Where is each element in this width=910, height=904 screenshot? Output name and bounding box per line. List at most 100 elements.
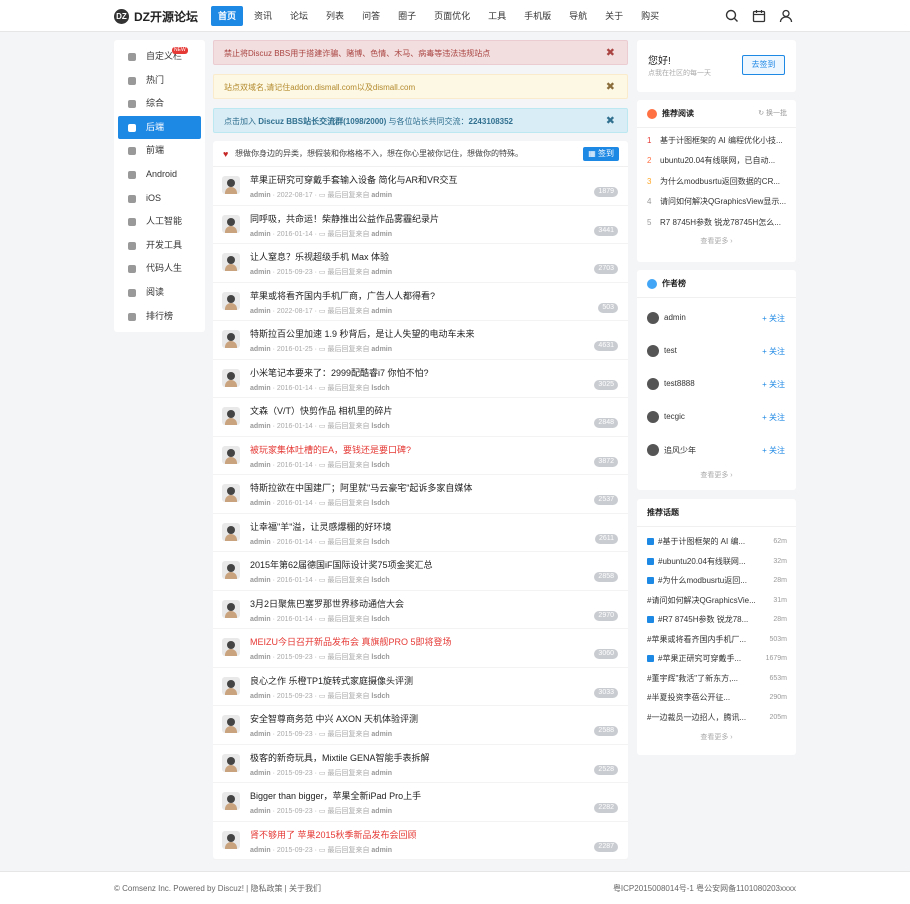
thread-title[interactable]: 苹果或将看齐国内手机厂商，广告人人都得看? xyxy=(250,289,435,302)
sidebar-item[interactable]: 阅读 xyxy=(114,281,205,305)
avatar[interactable] xyxy=(222,561,240,579)
author-name[interactable]: admin xyxy=(250,346,271,353)
nav-item[interactable]: 关于 xyxy=(598,6,630,26)
last-reply-user[interactable]: lsdch xyxy=(371,654,389,661)
recommend-item[interactable]: 4 请问如何解决QGraphicsView显示... xyxy=(637,192,787,212)
avatar[interactable] xyxy=(647,345,659,357)
follow-button[interactable]: + 关注 xyxy=(762,445,785,456)
topic-item[interactable]: #ubuntu20.04有线联网... 32m xyxy=(637,552,796,572)
recommend-more-link[interactable]: 查看更多 › xyxy=(637,233,796,251)
site-logo[interactable]: DZ DZ开源论坛 xyxy=(114,8,198,25)
last-reply-user[interactable]: lsdch xyxy=(371,500,389,507)
author-name[interactable]: admin xyxy=(250,539,271,546)
author-name[interactable]: admin xyxy=(250,654,271,661)
avatar[interactable] xyxy=(647,411,659,423)
last-reply-user[interactable]: lsdch xyxy=(371,385,389,392)
author-name[interactable]: admin xyxy=(250,308,271,315)
thread-row[interactable]: 极客的新奇玩具，Mixtile GENA智能手表拆解 admin · 2015-0… xyxy=(213,745,628,783)
recommend-item[interactable]: 2 ubuntu20.04有线联网，已自动... xyxy=(637,151,787,171)
author-name[interactable]: admin xyxy=(250,731,271,738)
author-name[interactable]: admin xyxy=(250,847,271,854)
last-reply-user[interactable]: admin xyxy=(371,192,392,199)
nav-item[interactable]: 页面优化 xyxy=(427,6,477,26)
group-name[interactable]: Discuz BBS站长交流群(1098/2000) xyxy=(258,117,386,126)
thread-title[interactable]: 特斯拉欲在中国建厂；阿里就"马云豪宅"起诉多家自媒体 xyxy=(250,481,472,494)
last-reply-user[interactable]: admin xyxy=(371,308,392,315)
avatar[interactable] xyxy=(222,330,240,348)
thread-row[interactable]: 安全智尊商务范 中兴 AXON 天机体验评测 admin · 2015-09-23… xyxy=(213,706,628,745)
thread-row[interactable]: Bigger than bigger，苹果全新iPad Pro上手 admin ·… xyxy=(213,783,628,822)
nav-item[interactable]: 圈子 xyxy=(391,6,423,26)
topic-item[interactable]: #苹果或将看齐国内手机厂... 503m xyxy=(637,630,796,650)
sidebar-item[interactable]: 综合 xyxy=(114,92,205,116)
last-reply-user[interactable]: lsdch xyxy=(371,539,389,546)
avatar[interactable] xyxy=(222,638,240,656)
close-icon[interactable]: ✖ xyxy=(606,75,615,100)
avatar[interactable] xyxy=(647,378,659,390)
thread-row[interactable]: 特斯拉百公里加速 1.9 秒背后，是让人失望的电动车未来 admin · 2016… xyxy=(213,321,628,360)
thread-title[interactable]: 被玩家集体吐槽的EA，要钱还是要口碑? xyxy=(250,443,411,456)
last-reply-user[interactable]: admin xyxy=(371,346,392,353)
nav-item[interactable]: 论坛 xyxy=(283,6,315,26)
author-name[interactable]: admin xyxy=(250,385,271,392)
avatar[interactable] xyxy=(222,484,240,502)
sidebar-item[interactable]: 后端 xyxy=(118,115,201,140)
sidebar-item[interactable]: 代码人生 xyxy=(114,257,205,281)
thread-row[interactable]: 苹果正研究可穿戴手套输入设备 简化与AR和VR交互 admin · 2022-08… xyxy=(213,167,628,206)
thread-title[interactable]: 小米笔记本要来了：2999配酷睿i7 你怕不怕? xyxy=(250,366,429,379)
topic-item[interactable]: #请问如何解决QGraphicsVie... 31m xyxy=(637,591,796,611)
author-name[interactable]: tecgic xyxy=(664,412,685,421)
last-reply-user[interactable]: admin xyxy=(371,269,392,276)
nav-item[interactable]: 工具 xyxy=(481,6,513,26)
avatar[interactable] xyxy=(222,445,240,464)
last-reply-user[interactable]: admin xyxy=(371,808,392,815)
nav-item[interactable]: 购买 xyxy=(634,6,666,26)
nav-item[interactable]: 列表 xyxy=(319,6,351,26)
author-name[interactable]: admin xyxy=(250,577,271,584)
thread-title[interactable]: 3月2日聚焦巴塞罗那世界移动通信大会 xyxy=(250,597,404,610)
thread-row[interactable]: 被玩家集体吐槽的EA，要钱还是要口碑? admin · 2016-01-14 · … xyxy=(213,437,628,475)
author-name[interactable]: admin xyxy=(250,192,271,199)
recommend-item[interactable]: 1 基于计图框架的 AI 编程优化小技... xyxy=(637,131,787,151)
author-name[interactable]: test xyxy=(664,346,677,355)
avatar[interactable] xyxy=(222,792,240,810)
topic-item[interactable]: #R7 8745H参数 锐龙78... 28m xyxy=(637,610,796,630)
avatar[interactable] xyxy=(222,368,240,387)
thread-row[interactable]: 2015年第62届德国iF国际设计奖75项金奖汇总 admin · 2016-01… xyxy=(213,552,628,591)
close-icon[interactable]: ✖ xyxy=(606,109,615,134)
last-reply-user[interactable]: lsdch xyxy=(371,423,389,430)
avatar[interactable] xyxy=(647,312,659,324)
avatar[interactable] xyxy=(222,176,240,194)
thread-row[interactable]: 特斯拉欲在中国建厂；阿里就"马云豪宅"起诉多家自媒体 admin · 2016-0… xyxy=(213,475,628,514)
avatar[interactable] xyxy=(222,830,240,849)
thread-title[interactable]: 苹果正研究可穿戴手套输入设备 简化与AR和VR交互 xyxy=(250,173,458,186)
close-icon[interactable]: ✖ xyxy=(606,41,615,66)
topic-item[interactable]: #苹果正研究可穿戴手... 1679m xyxy=(637,649,796,669)
thread-row[interactable]: 让人窒息？乐视超级手机 Max 体验 admin · 2015-09-23 · ▭… xyxy=(213,244,628,283)
topic-more-link[interactable]: 查看更多 › xyxy=(637,729,796,747)
avatar[interactable] xyxy=(647,444,659,456)
thread-title[interactable]: MEIZU今日召开新品发布会 真旗舰PRO 5即将登场 xyxy=(250,635,452,648)
avatar[interactable] xyxy=(222,407,240,425)
sidebar-item[interactable]: Android xyxy=(114,163,205,187)
author-more-link[interactable]: 查看更多 › xyxy=(637,467,796,485)
follow-button[interactable]: + 关注 xyxy=(762,346,785,357)
avatar[interactable] xyxy=(222,676,240,695)
author-name[interactable]: admin xyxy=(250,693,271,700)
author-name[interactable]: admin xyxy=(250,462,271,469)
thread-row[interactable]: 小米笔记本要来了：2999配酷睿i7 你怕不怕? admin · 2016-01-… xyxy=(213,360,628,398)
topic-item[interactable]: #基于计图框架的 AI 编... 62m xyxy=(637,532,796,552)
thread-title[interactable]: 安全智尊商务范 中兴 AXON 天机体验评测 xyxy=(250,712,418,725)
refresh-button[interactable]: ↻ 换一批 xyxy=(758,100,787,128)
thread-title[interactable]: 文森（V/T）快剪作品 相机里的碎片 xyxy=(250,404,393,417)
author-name[interactable]: admin xyxy=(250,231,271,238)
thread-title[interactable]: 特斯拉百公里加速 1.9 秒背后，是让人失望的电动车未来 xyxy=(250,327,475,340)
follow-button[interactable]: + 关注 xyxy=(762,379,785,390)
checkin-button[interactable]: 去签到 xyxy=(742,55,785,75)
avatar[interactable] xyxy=(222,599,240,618)
thread-row[interactable]: MEIZU今日召开新品发布会 真旗舰PRO 5即将登场 admin · 2015-… xyxy=(213,629,628,668)
sidebar-item[interactable]: 前端 xyxy=(114,139,205,163)
sidebar-item[interactable]: 排行榜 xyxy=(114,305,205,329)
nav-item[interactable]: 手机版 xyxy=(517,6,558,26)
recommend-item[interactable]: 3 为什么modbusrtu返回数据的CR... xyxy=(637,172,787,192)
